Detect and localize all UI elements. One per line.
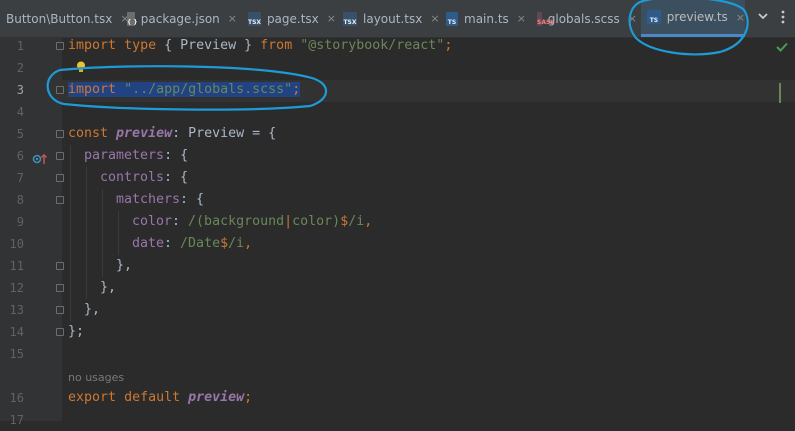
code-line-16[interactable]: export default preview; [68, 387, 252, 409]
line-number: 7 [16, 171, 24, 185]
tab-globals-scss[interactable]: globals.scss × [537, 0, 637, 37]
line-number: 4 [16, 105, 24, 119]
tab-preview-ts[interactable]: preview.ts × [641, 0, 745, 37]
line-number: 1 [16, 39, 24, 53]
fold-marker[interactable] [56, 328, 64, 336]
code-line-9[interactable]: color: /(background|color)$/i, [132, 211, 372, 233]
line-number: 11 [9, 259, 24, 273]
line-number: 3 [16, 83, 24, 97]
tsx-file-icon [248, 11, 261, 26]
line-number: 8 [16, 193, 24, 207]
code-line-3[interactable]: import "../app/globals.scss"; [68, 79, 301, 101]
indent-guide [86, 167, 87, 299]
line-number: 2 [16, 61, 24, 75]
code-line-1[interactable]: import type { Preview } from "@storybook… [68, 35, 452, 57]
indent-guide [118, 211, 119, 255]
tab-page-tsx[interactable]: page.tsx × [248, 0, 336, 37]
checkmark-icon[interactable] [776, 40, 788, 56]
lightbulb-icon[interactable] [76, 58, 86, 72]
tab-button-tsx[interactable]: Button\Button.tsx × [0, 0, 130, 37]
fold-marker[interactable] [56, 262, 64, 270]
implementation-gutter-icon[interactable] [32, 150, 48, 164]
tab-label: package.json [140, 11, 220, 26]
line-number: 9 [16, 215, 24, 229]
fold-marker[interactable] [56, 174, 64, 182]
editor-tab-bar: Button\Button.tsx × package.json × page.… [0, 0, 795, 38]
line-number: 10 [9, 237, 24, 251]
indent-guide [102, 189, 103, 277]
line-number: 6 [16, 149, 24, 163]
code-line-14[interactable]: }; [68, 321, 84, 343]
code-line-12[interactable]: }, [100, 277, 116, 299]
fold-marker[interactable] [56, 130, 64, 138]
line-number: 13 [9, 303, 24, 317]
close-icon[interactable]: × [736, 11, 745, 24]
tab-main-ts[interactable]: main.ts × [446, 0, 526, 37]
line-number: 16 [9, 391, 24, 405]
line-number: 17 [9, 413, 24, 427]
indent-guide [70, 145, 71, 321]
ts-file-icon [647, 10, 661, 24]
code-line-8[interactable]: matchers: { [116, 189, 204, 211]
code-line-5[interactable]: const preview: Preview = { [68, 123, 276, 145]
line-number: 5 [16, 127, 24, 141]
tab-label: main.ts [464, 11, 509, 26]
tab-label: layout.tsx [363, 11, 423, 26]
tab-package-json[interactable]: package.json × [127, 0, 237, 37]
code-line-10[interactable]: date: /Date$/i, [132, 233, 252, 255]
tab-label: preview.ts [666, 10, 728, 24]
usages-hint[interactable]: no usages [68, 371, 124, 384]
code-line-13[interactable]: }, [84, 299, 100, 321]
line-number: 12 [9, 281, 24, 295]
sass-file-icon [537, 11, 542, 26]
close-icon[interactable]: × [628, 12, 637, 25]
line-number: 14 [9, 325, 24, 339]
change-marker[interactable] [779, 83, 781, 103]
close-icon[interactable]: × [228, 12, 237, 25]
json-file-icon [127, 11, 135, 26]
fold-marker[interactable] [56, 152, 64, 160]
tsx-file-icon [343, 11, 357, 26]
fold-marker[interactable] [56, 42, 64, 50]
ts-file-icon [446, 11, 458, 26]
fold-marker[interactable] [56, 284, 64, 292]
fold-marker[interactable] [56, 86, 64, 94]
line-number: 15 [9, 347, 24, 361]
chevron-down-icon[interactable] [755, 10, 771, 26]
tab-label: globals.scss [547, 11, 620, 26]
code-line-7[interactable]: controls: { [100, 167, 188, 189]
code-line-11[interactable]: }, [116, 255, 132, 277]
tab-label: page.tsx [266, 11, 319, 26]
tab-layout-tsx[interactable]: layout.tsx × [343, 0, 443, 37]
close-icon[interactable]: × [430, 12, 439, 25]
tab-label: Button\Button.tsx [6, 11, 113, 26]
code-line-6[interactable]: parameters: { [84, 145, 188, 167]
more-vertical-icon[interactable] [775, 10, 791, 26]
close-icon[interactable]: × [327, 12, 336, 25]
close-icon[interactable]: × [517, 12, 526, 25]
fold-marker[interactable] [56, 196, 64, 204]
fold-marker[interactable] [56, 306, 64, 314]
